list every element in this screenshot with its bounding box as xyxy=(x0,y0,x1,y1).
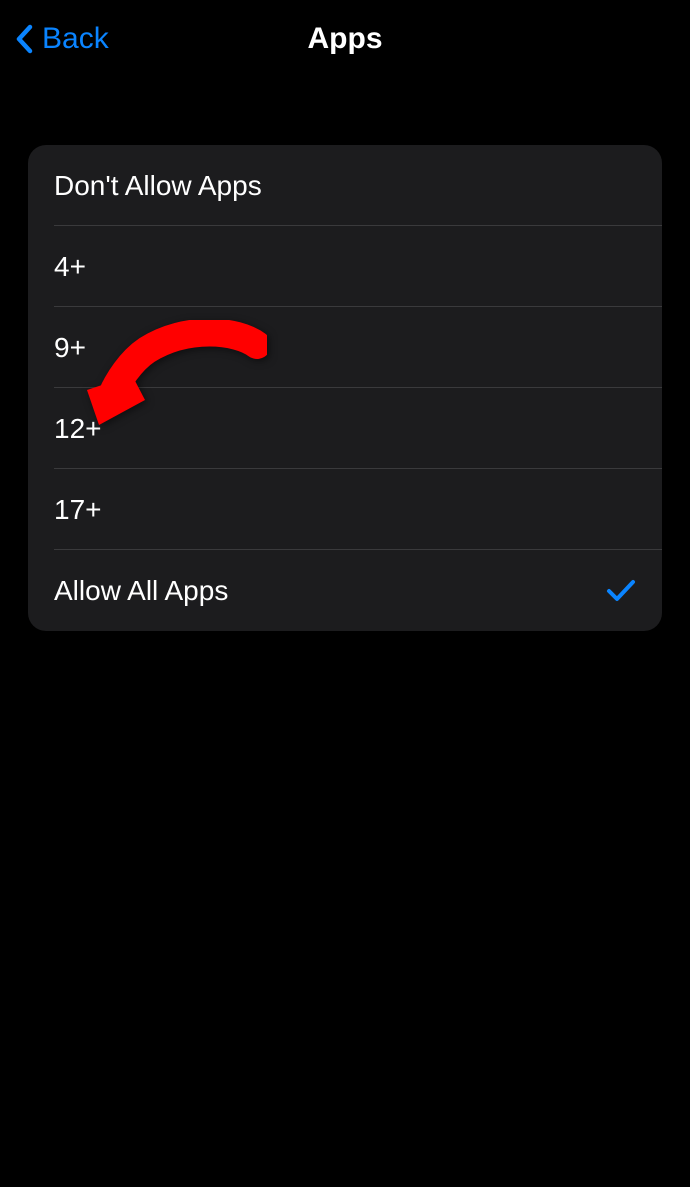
options-list: Don't Allow Apps 4+ 9+ 12+ 17+ Allow All… xyxy=(28,145,662,631)
option-label: 4+ xyxy=(54,251,86,283)
option-allow-all-apps[interactable]: Allow All Apps xyxy=(28,550,662,631)
option-label: Don't Allow Apps xyxy=(54,170,262,202)
option-9-plus[interactable]: 9+ xyxy=(28,307,662,388)
page-title: Apps xyxy=(308,22,383,56)
back-label: Back xyxy=(42,22,109,56)
chevron-left-icon xyxy=(14,23,34,55)
option-dont-allow-apps[interactable]: Don't Allow Apps xyxy=(28,145,662,226)
option-label: 9+ xyxy=(54,332,86,364)
option-4-plus[interactable]: 4+ xyxy=(28,226,662,307)
checkmark-icon xyxy=(606,579,636,603)
option-17-plus[interactable]: 17+ xyxy=(28,469,662,550)
nav-header: Back Apps xyxy=(0,0,690,70)
option-label: 12+ xyxy=(54,413,102,445)
option-label: Allow All Apps xyxy=(54,575,228,607)
option-12-plus[interactable]: 12+ xyxy=(28,388,662,469)
option-label: 17+ xyxy=(54,494,102,526)
back-button[interactable]: Back xyxy=(14,22,109,56)
